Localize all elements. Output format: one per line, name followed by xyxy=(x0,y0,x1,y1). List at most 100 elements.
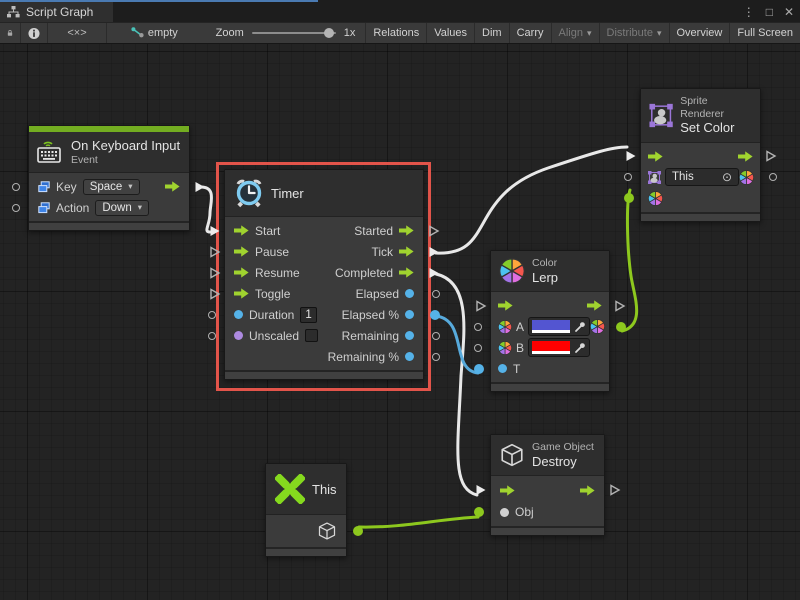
port-tick[interactable] xyxy=(427,245,440,258)
node-category: Game Object xyxy=(532,441,594,454)
port-color-input[interactable] xyxy=(624,193,634,203)
port-toggle[interactable] xyxy=(208,287,221,300)
chevron-down-icon: ▾ xyxy=(138,202,142,213)
color-b-field[interactable] xyxy=(528,338,590,357)
port-flow-input[interactable] xyxy=(474,484,487,497)
wire-this-to-destroy-obj[interactable] xyxy=(359,517,478,527)
port-b[interactable] xyxy=(474,344,482,352)
duration-input[interactable]: 1 xyxy=(300,307,316,323)
port-unscaled[interactable] xyxy=(208,332,216,340)
graph-canvas[interactable]: On Keyboard Input Event Key Space ▾ xyxy=(0,44,800,600)
unscaled-checkbox[interactable] xyxy=(305,329,318,342)
node-color-lerp[interactable]: Color Lerp A xyxy=(490,250,610,392)
code-preview-button[interactable]: <×> xyxy=(48,23,107,43)
node-header: On Keyboard Input Event xyxy=(29,132,189,173)
code-icon: <×> xyxy=(67,27,86,39)
port-completed[interactable] xyxy=(427,266,440,279)
window-menu-icon[interactable]: ⋮ xyxy=(743,5,755,19)
node-set-color[interactable]: Sprite Renderer Set Color xyxy=(640,88,761,222)
graph-breadcrumb[interactable]: empty xyxy=(119,23,190,43)
align-button[interactable]: Align▾ xyxy=(552,23,600,43)
wire-tick-to-setcolor[interactable] xyxy=(436,147,627,253)
port-resume[interactable] xyxy=(208,266,221,279)
zoom-label: Zoom xyxy=(216,27,244,39)
row-resume-completed: Resume Completed xyxy=(225,262,423,283)
port-self-output[interactable] xyxy=(353,526,363,536)
b-label: B xyxy=(516,341,524,355)
node-timer[interactable]: Timer Start Started Pause Tick xyxy=(224,169,424,380)
port-obj[interactable] xyxy=(474,507,484,517)
eyedropper-icon[interactable] xyxy=(574,342,586,354)
eyedropper-icon[interactable] xyxy=(574,321,586,333)
lock-button[interactable] xyxy=(0,23,21,43)
node-on-keyboard-input[interactable]: On Keyboard Input Event Key Space ▾ xyxy=(28,125,190,231)
values-button[interactable]: Values xyxy=(427,23,475,43)
row-remainingpct: Remaining % xyxy=(225,346,423,367)
port-elapsed-pct[interactable] xyxy=(430,310,440,320)
a-label: A xyxy=(516,320,524,334)
title-bar: Script Graph ⋮ □ ✕ xyxy=(0,0,800,22)
port-elapsed[interactable] xyxy=(432,290,440,298)
row-self-output xyxy=(266,518,346,544)
port-flow-output[interactable] xyxy=(764,150,777,163)
row-unscaled-remaining: Unscaled Remaining xyxy=(225,325,423,346)
node-footer xyxy=(491,382,609,391)
node-destroy[interactable]: Game Object Destroy Obj xyxy=(490,434,605,536)
zoom-slider-knob[interactable] xyxy=(324,28,334,38)
port-flow-input[interactable] xyxy=(624,150,637,163)
port-start[interactable] xyxy=(208,224,221,237)
info-button[interactable] xyxy=(21,23,48,43)
target-field[interactable]: This ⊙ xyxy=(665,168,739,186)
maximize-icon[interactable]: □ xyxy=(766,5,773,19)
node-title: On Keyboard Input xyxy=(71,138,180,154)
wire-elapsedpct-to-t[interactable] xyxy=(436,316,478,373)
distribute-button[interactable]: Distribute▾ xyxy=(600,23,670,43)
close-icon[interactable]: ✕ xyxy=(784,5,794,19)
graph-name: empty xyxy=(148,27,178,39)
fullscreen-button[interactable]: Full Screen xyxy=(730,23,800,43)
port-key-input[interactable] xyxy=(12,183,20,191)
overview-button[interactable]: Overview xyxy=(670,23,731,43)
port-color-output[interactable] xyxy=(616,322,626,332)
port-duration[interactable] xyxy=(208,311,216,319)
port-started[interactable] xyxy=(427,224,440,237)
color-a-field[interactable] xyxy=(528,317,590,336)
port-remaining-pct[interactable] xyxy=(432,353,440,361)
flow-arrow-icon xyxy=(587,300,602,311)
value-dot-icon xyxy=(234,310,243,319)
port-target[interactable] xyxy=(624,173,632,181)
node-this[interactable]: This xyxy=(265,463,347,557)
key-dropdown[interactable]: Space ▾ xyxy=(83,179,140,195)
port-remaining[interactable] xyxy=(432,332,440,340)
color-wheel-icon xyxy=(590,319,605,334)
flow-arrow-icon xyxy=(234,267,249,278)
relations-button[interactable]: Relations xyxy=(365,23,427,43)
row-flow xyxy=(491,479,604,501)
port-t[interactable] xyxy=(474,364,484,374)
port-flow-output[interactable] xyxy=(193,180,206,193)
dim-button[interactable]: Dim xyxy=(475,23,510,43)
node-title: Timer xyxy=(271,186,304,201)
carry-button[interactable]: Carry xyxy=(510,23,552,43)
port-flow-output[interactable] xyxy=(608,484,621,497)
flow-arrow-icon xyxy=(399,246,414,257)
game-object-cube-icon xyxy=(499,442,525,468)
obj-label: Obj xyxy=(515,505,534,519)
port-pause[interactable] xyxy=(208,245,221,258)
port-a[interactable] xyxy=(474,323,482,331)
chevron-down-icon: ▾ xyxy=(587,28,592,39)
node-header: Timer xyxy=(225,170,423,217)
zoom-slider[interactable] xyxy=(252,32,336,34)
keyboard-icon xyxy=(37,140,64,164)
flow-arrow-icon xyxy=(498,300,513,311)
port-result[interactable] xyxy=(769,173,777,181)
port-flow-output[interactable] xyxy=(613,299,626,312)
row-key: Key Space ▾ xyxy=(29,176,189,197)
wire-completed-to-destroy[interactable] xyxy=(436,274,477,495)
tab-script-graph[interactable]: Script Graph xyxy=(0,2,113,22)
port-flow-input[interactable] xyxy=(474,299,487,312)
row-b: B xyxy=(491,337,609,358)
action-dropdown[interactable]: Down ▾ xyxy=(95,200,149,216)
port-action-input[interactable] xyxy=(12,204,20,212)
target-picker-icon[interactable]: ⊙ xyxy=(722,170,732,184)
